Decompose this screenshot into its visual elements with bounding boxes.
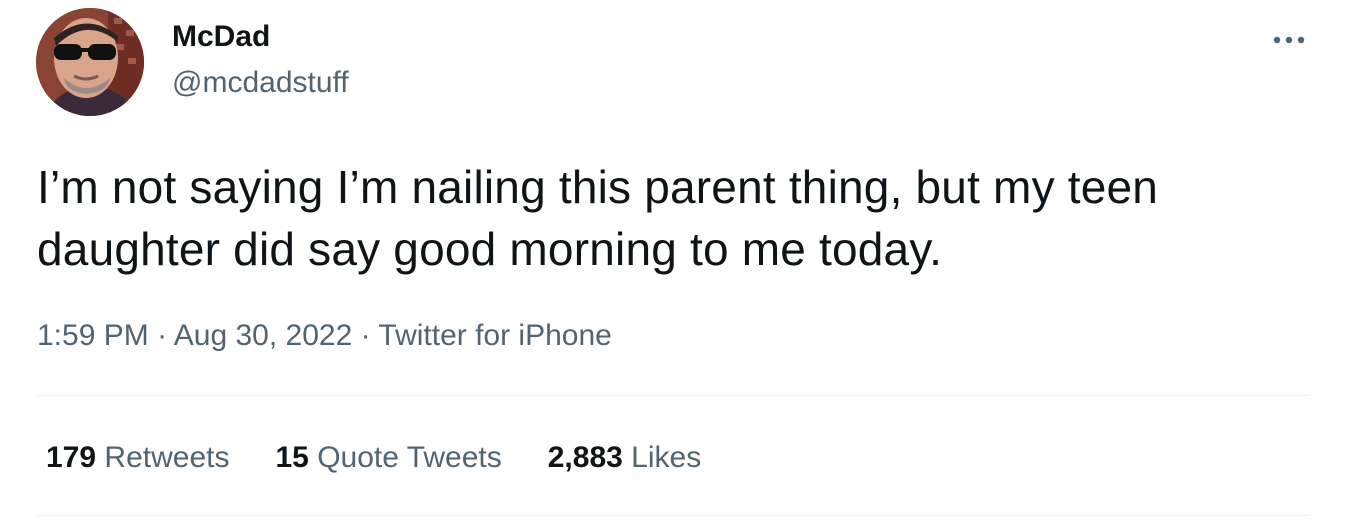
tweet-stats: 179 Retweets 15 Quote Tweets 2,883 Likes xyxy=(46,436,701,480)
retweets-count: 179 xyxy=(46,441,97,474)
quote-tweets-stat[interactable]: 15 Quote Tweets xyxy=(275,436,501,480)
quote-tweets-label: Quote Tweets xyxy=(317,441,502,474)
avatar[interactable] xyxy=(36,8,144,116)
more-options-button[interactable] xyxy=(1266,20,1312,60)
divider xyxy=(37,515,1310,516)
retweets-label: Retweets xyxy=(104,441,230,474)
tweet-source[interactable]: Twitter for iPhone xyxy=(378,319,611,352)
quote-tweets-count: 15 xyxy=(275,441,309,474)
author-display-name[interactable]: McDad xyxy=(172,18,270,56)
tweet-time[interactable]: 1:59 PM xyxy=(37,319,149,352)
author-handle[interactable]: @mcdadstuff xyxy=(172,64,349,102)
tweet-text: I’m not saying I’m nailing this parent t… xyxy=(37,161,1159,275)
retweets-stat[interactable]: 179 Retweets xyxy=(46,436,229,480)
divider xyxy=(37,395,1310,396)
tweet-detail: McDad @mcdadstuff I’m not saying I’m nai… xyxy=(0,0,1355,530)
likes-label: Likes xyxy=(631,441,702,474)
tweet-date[interactable]: Aug 30, 2022 xyxy=(174,319,353,352)
likes-count: 2,883 xyxy=(547,441,623,474)
meta-separator: · xyxy=(157,319,168,352)
tweet-metadata: 1:59 PM · Aug 30, 2022 · Twitter for iPh… xyxy=(37,314,612,358)
meta-separator: · xyxy=(360,319,371,352)
likes-stat[interactable]: 2,883 Likes xyxy=(548,436,701,480)
more-horizontal-icon xyxy=(1273,36,1305,44)
